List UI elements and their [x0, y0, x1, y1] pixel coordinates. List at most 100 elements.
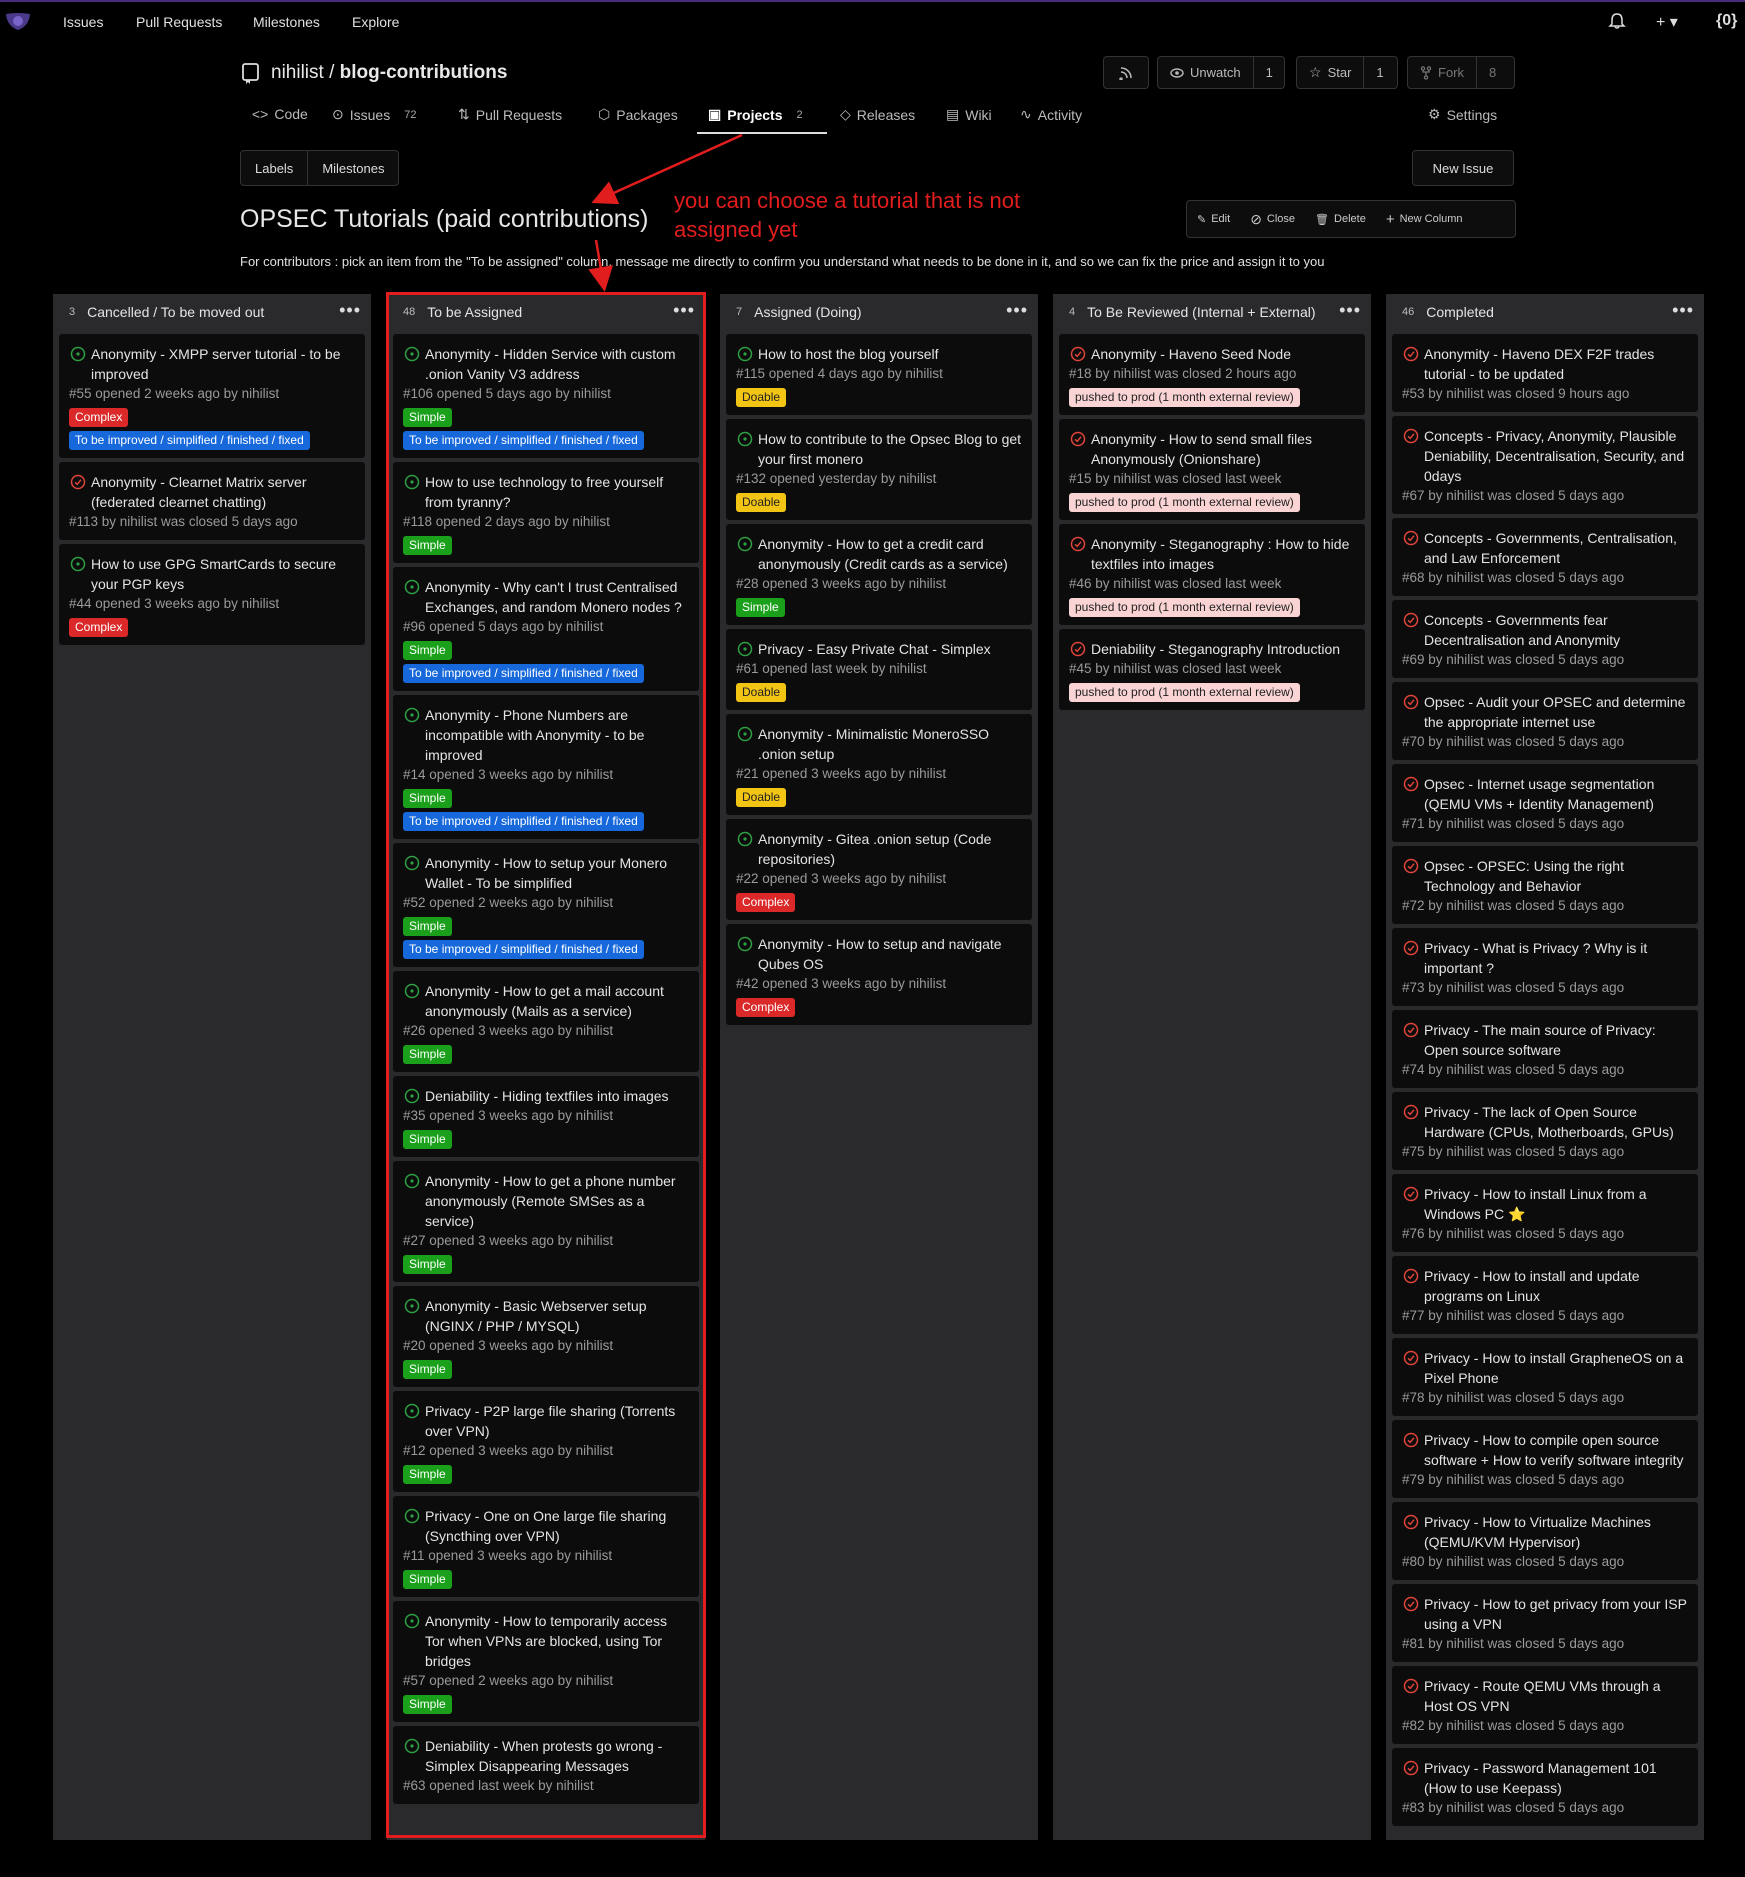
issue-title[interactable]: Anonymity - XMPP server tutorial - to be…	[91, 344, 355, 384]
issue-card[interactable]: Anonymity - Basic Webserver setup (NGINX…	[393, 1286, 699, 1387]
issue-card[interactable]: Privacy - What is Privacy ? Why is it im…	[1392, 928, 1698, 1006]
issue-title[interactable]: How to use GPG SmartCards to secure your…	[91, 554, 355, 594]
issue-card[interactable]: Privacy - How to install and update prog…	[1392, 1256, 1698, 1334]
tab-settings[interactable]: ⚙ Settings	[1428, 106, 1497, 123]
new-issue-button[interactable]: New Issue	[1412, 150, 1514, 186]
tab-wiki[interactable]: ▤ Wiki	[946, 106, 992, 123]
issue-card[interactable]: Privacy - P2P large file sharing (Torren…	[393, 1391, 699, 1492]
repo-name[interactable]: blog-contributions	[340, 62, 508, 83]
label-improve[interactable]: To be improved / simplified / finished /…	[403, 664, 644, 683]
label-complex[interactable]: Complex	[69, 618, 129, 637]
unwatch-button[interactable]: Unwatch 1	[1157, 56, 1285, 89]
issue-card[interactable]: Anonymity - How to temporarily access To…	[393, 1601, 699, 1722]
label-simple[interactable]: Simple	[736, 598, 785, 617]
issue-title[interactable]: Opsec - Internet usage segmentation (QEM…	[1424, 774, 1688, 814]
issue-card[interactable]: Privacy - How to compile open source sof…	[1392, 1420, 1698, 1498]
fork-count[interactable]: 8	[1476, 57, 1508, 88]
column-menu-icon[interactable]: •••	[1339, 300, 1361, 321]
label-complex[interactable]: Complex	[69, 408, 129, 427]
issue-title[interactable]: Anonymity - How to get a credit card ano…	[758, 534, 1022, 574]
label-prod[interactable]: pushed to prod (1 month external review)	[1069, 598, 1300, 617]
issue-card[interactable]: Deniability - When protests go wrong - S…	[393, 1726, 699, 1804]
close-project-button[interactable]: ⊘ Close	[1240, 211, 1305, 228]
issue-card[interactable]: Concepts - Governments, Centralisation, …	[1392, 518, 1698, 596]
label-improve[interactable]: To be improved / simplified / finished /…	[69, 431, 310, 450]
issue-card[interactable]: Privacy - How to install Linux from a Wi…	[1392, 1174, 1698, 1252]
issue-title[interactable]: Privacy - How to get privacy from your I…	[1424, 1594, 1688, 1634]
issue-title[interactable]: Deniability - When protests go wrong - S…	[425, 1736, 689, 1776]
issue-card[interactable]: Anonymity - Steganography : How to hide …	[1059, 524, 1365, 625]
column-menu-icon[interactable]: •••	[339, 300, 361, 321]
labels-button[interactable]: Labels	[241, 151, 307, 185]
issue-card[interactable]: Anonymity - Haveno DEX F2F trades tutori…	[1392, 334, 1698, 412]
issue-card[interactable]: Anonymity - How to setup and navigate Qu…	[726, 924, 1032, 1025]
watch-count[interactable]: 1	[1252, 57, 1285, 88]
issue-card[interactable]: Privacy - One on One large file sharing …	[393, 1496, 699, 1597]
issue-title[interactable]: Anonymity - Gitea .onion setup (Code rep…	[758, 829, 1022, 869]
issue-title[interactable]: Anonymity - How to setup your Monero Wal…	[425, 853, 689, 893]
issue-card[interactable]: Anonymity - Hidden Service with custom .…	[393, 334, 699, 458]
column-menu-icon[interactable]: •••	[1006, 300, 1028, 321]
column-menu-icon[interactable]: •••	[1672, 300, 1694, 321]
issue-title[interactable]: Anonymity - How to send small files Anon…	[1091, 429, 1355, 469]
tab-issues[interactable]: ⊙ Issues 72	[332, 106, 416, 123]
label-complex[interactable]: Complex	[736, 893, 796, 912]
tab-projects[interactable]: ▣ Projects 2	[708, 106, 803, 123]
label-simple[interactable]: Simple	[403, 1695, 452, 1714]
label-prod[interactable]: pushed to prod (1 month external review)	[1069, 683, 1300, 702]
issue-title[interactable]: Privacy - How to install Linux from a Wi…	[1424, 1184, 1688, 1224]
issue-card[interactable]: Anonymity - How to get a credit card ano…	[726, 524, 1032, 625]
label-simple[interactable]: Simple	[403, 536, 452, 555]
issue-card[interactable]: Privacy - Route QEMU VMs through a Host …	[1392, 1666, 1698, 1744]
label-doable[interactable]: Doable	[736, 788, 787, 807]
star-button[interactable]: ☆ Star 1	[1296, 56, 1398, 89]
issue-title[interactable]: How to use technology to free yourself f…	[425, 472, 689, 512]
label-simple[interactable]: Simple	[403, 1255, 452, 1274]
nav-pull-requests[interactable]: Pull Requests	[136, 14, 222, 30]
issue-title[interactable]: Anonymity - How to get a mail account an…	[425, 981, 689, 1021]
label-doable[interactable]: Doable	[736, 493, 787, 512]
label-prod[interactable]: pushed to prod (1 month external review)	[1069, 493, 1300, 512]
issue-card[interactable]: How to use GPG SmartCards to secure your…	[59, 544, 365, 645]
issue-card[interactable]: Privacy - The main source of Privacy: Op…	[1392, 1010, 1698, 1088]
gitea-logo-icon[interactable]	[4, 10, 32, 32]
nav-milestones[interactable]: Milestones	[253, 14, 320, 30]
issue-title[interactable]: Deniability - Steganography Introduction	[1091, 639, 1355, 659]
issue-card[interactable]: Anonymity - How to get a mail account an…	[393, 971, 699, 1072]
issue-title[interactable]: Privacy - What is Privacy ? Why is it im…	[1424, 938, 1688, 978]
issue-card[interactable]: Anonymity - XMPP server tutorial - to be…	[59, 334, 365, 458]
tab-packages[interactable]: ⬡ Packages	[598, 106, 678, 123]
issue-card[interactable]: Deniability - Hiding textfiles into imag…	[393, 1076, 699, 1157]
issue-title[interactable]: Privacy - One on One large file sharing …	[425, 1506, 689, 1546]
issue-card[interactable]: Privacy - Password Management 101 (How t…	[1392, 1748, 1698, 1826]
issue-title[interactable]: Concepts - Privacy, Anonymity, Plausible…	[1424, 426, 1688, 486]
issue-title[interactable]: Anonymity - How to get a phone number an…	[425, 1171, 689, 1231]
issue-card[interactable]: Opsec - OPSEC: Using the right Technolog…	[1392, 846, 1698, 924]
issue-card[interactable]: Anonymity - How to send small files Anon…	[1059, 419, 1365, 520]
issue-title[interactable]: Privacy - Password Management 101 (How t…	[1424, 1758, 1688, 1798]
issue-title[interactable]: Privacy - How to install and update prog…	[1424, 1266, 1688, 1306]
label-simple[interactable]: Simple	[403, 1045, 452, 1064]
profile-avatar[interactable]: {0}	[1716, 12, 1737, 30]
issue-title[interactable]: Anonymity - Phone Numbers are incompatib…	[425, 705, 689, 765]
create-menu-button[interactable]: + ▾	[1656, 12, 1678, 32]
issue-card[interactable]: Opsec - Internet usage segmentation (QEM…	[1392, 764, 1698, 842]
repo-owner[interactable]: nihilist	[271, 62, 324, 83]
issue-title[interactable]: Privacy - Route QEMU VMs through a Host …	[1424, 1676, 1688, 1716]
star-count[interactable]: 1	[1363, 57, 1395, 88]
nav-explore[interactable]: Explore	[352, 14, 399, 30]
rss-button[interactable]	[1103, 56, 1149, 89]
issue-card[interactable]: Anonymity - Gitea .onion setup (Code rep…	[726, 819, 1032, 920]
issue-card[interactable]: Concepts - Governments fear Decentralisa…	[1392, 600, 1698, 678]
issue-title[interactable]: How to host the blog yourself	[758, 344, 1022, 364]
issue-card[interactable]: Anonymity - Minimalistic MoneroSSO .onio…	[726, 714, 1032, 815]
issue-card[interactable]: Privacy - How to install GrapheneOS on a…	[1392, 1338, 1698, 1416]
issue-title[interactable]: Privacy - The main source of Privacy: Op…	[1424, 1020, 1688, 1060]
issue-card[interactable]: Anonymity - Why can't I trust Centralise…	[393, 567, 699, 691]
issue-card[interactable]: How to use technology to free yourself f…	[393, 462, 699, 563]
issue-title[interactable]: Privacy - How to install GrapheneOS on a…	[1424, 1348, 1688, 1388]
label-improve[interactable]: To be improved / simplified / finished /…	[403, 940, 644, 959]
label-simple[interactable]: Simple	[403, 1360, 452, 1379]
label-doable[interactable]: Doable	[736, 388, 787, 407]
label-simple[interactable]: Simple	[403, 789, 452, 808]
